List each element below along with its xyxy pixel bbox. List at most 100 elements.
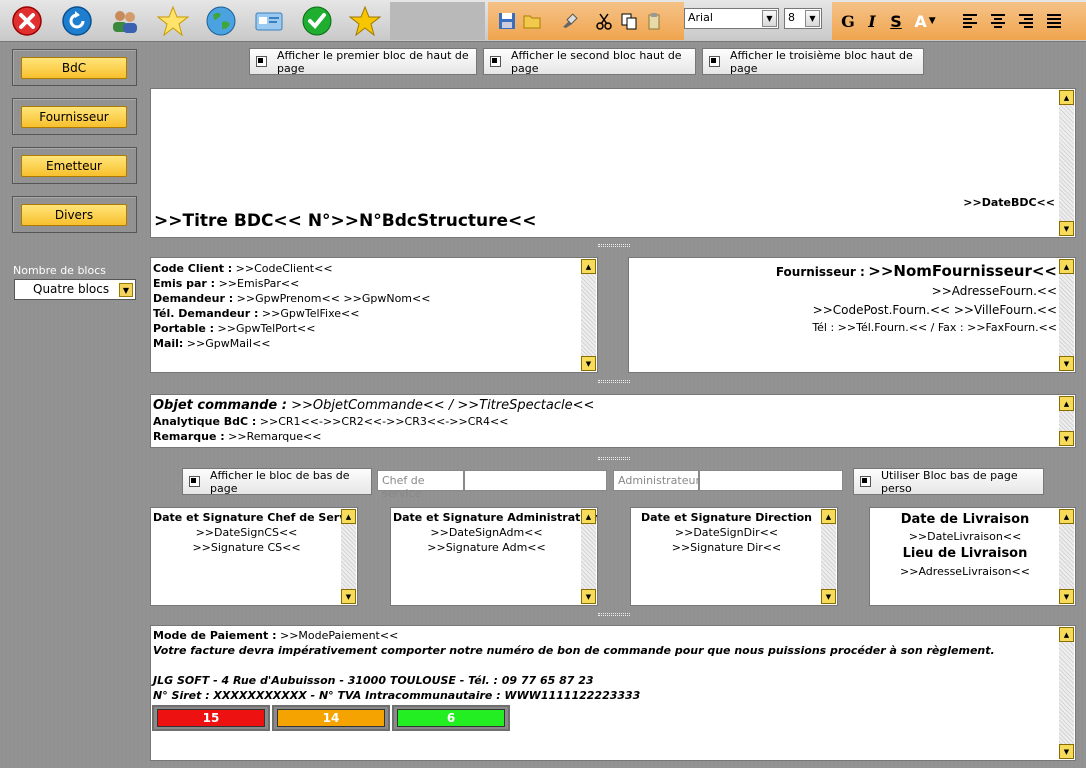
- scroll-up-icon[interactable]: ▲: [1059, 90, 1074, 105]
- copy-icon[interactable]: [617, 9, 641, 33]
- align-justify-icon[interactable]: [1042, 9, 1066, 33]
- underline-button[interactable]: S: [884, 9, 908, 33]
- scrollbar[interactable]: ▲ ▼: [1059, 396, 1074, 446]
- scroll-up-icon[interactable]: ▲: [1059, 627, 1074, 642]
- sidebar-frame-fournisseur: Fournisseur: [12, 98, 137, 135]
- scrollbar[interactable]: ▲ ▼: [1059, 259, 1074, 371]
- scroll-down-icon[interactable]: ▼: [581, 589, 596, 604]
- font-name-select[interactable]: Arial ▼: [684, 8, 779, 29]
- splitter-handle[interactable]: [598, 380, 630, 383]
- brush-icon[interactable]: [557, 9, 581, 33]
- card-icon[interactable]: [252, 4, 286, 38]
- toggle-second-header-block[interactable]: Afficher le second bloc haut de page: [483, 48, 696, 75]
- font-color-button[interactable]: A ▼: [908, 9, 942, 33]
- client-block-editor[interactable]: Code Client : >>CodeClient<< Emis par : …: [150, 257, 598, 373]
- align-right-icon[interactable]: [1014, 9, 1038, 33]
- bold-button[interactable]: G: [836, 9, 860, 33]
- paste-icon[interactable]: [642, 9, 666, 33]
- favorite-star-icon[interactable]: [156, 4, 190, 38]
- align-left-icon[interactable]: [958, 9, 982, 33]
- italic-button[interactable]: I: [860, 9, 884, 33]
- emetteur-button[interactable]: Emetteur: [21, 155, 127, 177]
- blocks-count-select[interactable]: Quatre blocs ▼: [14, 279, 136, 300]
- save-icon[interactable]: [495, 9, 519, 33]
- close-icon[interactable]: [10, 4, 44, 38]
- chevron-down-icon[interactable]: ▼: [119, 283, 133, 297]
- signature-chef-block[interactable]: Date et Signature Chef de Service >>Date…: [150, 507, 358, 606]
- scroll-down-icon[interactable]: ▼: [821, 589, 836, 604]
- header-block-editor[interactable]: >>DateBDC<< >>Titre BDC<< N°>>N°BdcStruc…: [150, 88, 1076, 238]
- splitter-handle[interactable]: [598, 613, 630, 616]
- scroll-up-icon[interactable]: ▲: [581, 259, 596, 274]
- scrollbar[interactable]: ▲ ▼: [1059, 90, 1074, 236]
- scroll-up-icon[interactable]: ▲: [821, 509, 836, 524]
- signature-value: >>Signature Adm<<: [427, 541, 546, 554]
- supplier-block-editor[interactable]: Fournisseur : >>NomFournisseur<< >>Adres…: [628, 257, 1076, 373]
- toggle-footer-block[interactable]: Afficher le bloc de bas de page: [182, 468, 372, 495]
- administrateur-label: Administrateur: [613, 470, 700, 491]
- scrollbar[interactable]: ▲ ▼: [821, 509, 836, 604]
- divers-button[interactable]: Divers: [21, 204, 127, 226]
- counter-green[interactable]: 6: [392, 705, 510, 731]
- chevron-down-icon[interactable]: ▼: [805, 10, 820, 27]
- checkbox[interactable]: [709, 56, 720, 67]
- scroll-down-icon[interactable]: ▼: [1059, 221, 1074, 236]
- toggle-custom-footer[interactable]: Utiliser Bloc bas de page perso: [853, 468, 1044, 495]
- align-center-icon[interactable]: [986, 9, 1010, 33]
- scroll-down-icon[interactable]: ▼: [1059, 356, 1074, 371]
- bdc-button[interactable]: BdC: [21, 57, 127, 79]
- scroll-down-icon[interactable]: ▼: [1059, 744, 1074, 759]
- counter-red[interactable]: 15: [152, 705, 270, 731]
- signature-date: >>DateSignAdm<<: [430, 526, 543, 539]
- font-size-select[interactable]: 8 ▼: [784, 8, 822, 29]
- checkbox[interactable]: [256, 56, 267, 67]
- order-date-field: >>DateBDC<<: [963, 196, 1055, 209]
- sidebar-frame-emetteur: Emetteur: [12, 147, 137, 184]
- object-line: Objet commande : >>ObjetCommande<< / >>T…: [153, 397, 1057, 414]
- scroll-up-icon[interactable]: ▲: [341, 509, 356, 524]
- line-label: Emis par :: [153, 277, 216, 290]
- toggle-third-header-block[interactable]: Afficher le troisième bloc haut de page: [702, 48, 924, 75]
- scroll-up-icon[interactable]: ▲: [1059, 509, 1074, 524]
- toggle-first-header-block[interactable]: Afficher le premier bloc de haut de page: [249, 48, 477, 75]
- chevron-down-icon[interactable]: ▼: [762, 10, 777, 27]
- fournisseur-button[interactable]: Fournisseur: [21, 106, 127, 128]
- remark-value: >>Remarque<<: [224, 430, 322, 443]
- scroll-down-icon[interactable]: ▼: [1059, 431, 1074, 446]
- splitter-handle[interactable]: [598, 457, 630, 460]
- open-folder-icon[interactable]: [520, 9, 544, 33]
- refresh-icon[interactable]: [60, 4, 94, 38]
- validate-check-icon[interactable]: [300, 4, 334, 38]
- bottom-block-editor[interactable]: Mode de Paiement : >>ModePaiement<< Votr…: [150, 625, 1076, 761]
- scroll-up-icon[interactable]: ▲: [581, 509, 596, 524]
- checkbox[interactable]: [860, 476, 871, 487]
- signature-direction-block[interactable]: Date et Signature Direction >>DateSignDi…: [630, 507, 838, 606]
- client-line: Portable : >>GpwTelPort<<: [153, 321, 579, 336]
- toggle-label: Afficher le troisième bloc haut de page: [730, 48, 913, 75]
- administrateur-input[interactable]: [699, 470, 843, 491]
- chef-service-input[interactable]: [464, 470, 607, 491]
- scrollbar[interactable]: ▲ ▼: [341, 509, 356, 604]
- users-icon[interactable]: [108, 4, 142, 38]
- object-block-editor[interactable]: Objet commande : >>ObjetCommande<< / >>T…: [150, 394, 1076, 448]
- scrollbar[interactable]: ▲ ▼: [1059, 509, 1074, 604]
- counter-orange[interactable]: 14: [272, 705, 390, 731]
- globe-icon[interactable]: [204, 4, 238, 38]
- splitter-handle[interactable]: [598, 244, 630, 247]
- sheriff-star-icon[interactable]: [348, 4, 382, 38]
- scroll-up-icon[interactable]: ▲: [1059, 259, 1074, 274]
- scrollbar[interactable]: ▲ ▼: [1059, 627, 1074, 759]
- scroll-up-icon[interactable]: ▲: [1059, 396, 1074, 411]
- checkbox[interactable]: [189, 476, 200, 487]
- signature-admin-block[interactable]: Date et Signature Administration >>DateS…: [390, 507, 598, 606]
- checkbox[interactable]: [490, 56, 501, 67]
- line-value: >>GpwMail<<: [183, 337, 271, 350]
- scroll-down-icon[interactable]: ▼: [581, 356, 596, 371]
- cut-icon[interactable]: [592, 9, 616, 33]
- delivery-block[interactable]: Date de Livraison >>DateLivraison<< Lieu…: [869, 507, 1076, 606]
- scrollbar[interactable]: ▲ ▼: [581, 509, 596, 604]
- line-label: Demandeur :: [153, 292, 234, 305]
- scroll-down-icon[interactable]: ▼: [1059, 589, 1074, 604]
- scrollbar[interactable]: ▲ ▼: [581, 259, 596, 371]
- scroll-down-icon[interactable]: ▼: [341, 589, 356, 604]
